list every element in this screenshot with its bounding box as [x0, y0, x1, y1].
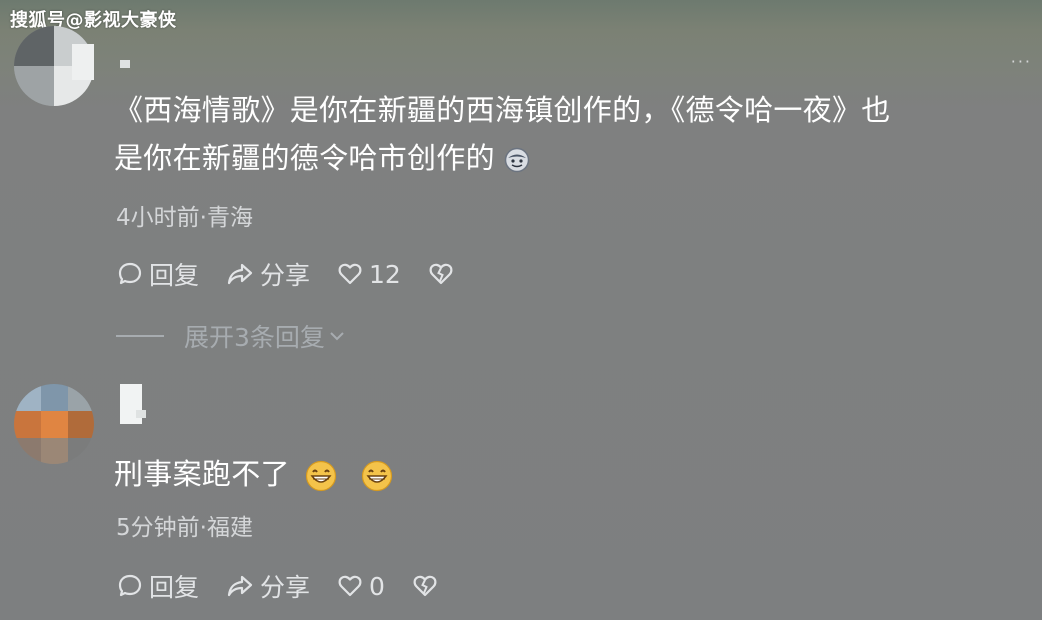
- broken-heart-icon: [413, 575, 437, 597]
- avatar[interactable]: [14, 384, 94, 464]
- reply-label: 回复: [149, 573, 200, 602]
- like-button[interactable]: 0: [336, 572, 385, 601]
- reply-button[interactable]: 回复: [116, 568, 199, 604]
- grin-emoji: [361, 460, 392, 492]
- comment-bubble-icon: [118, 574, 142, 597]
- share-label: 分享: [260, 573, 311, 602]
- grin-emoji: [306, 460, 337, 492]
- username-redacted: [136, 410, 146, 418]
- comment-item: 刑事案跑不了 5分钟前·福建 回复 分享 0: [0, 0, 1042, 620]
- share-arrow-icon: [227, 575, 253, 597]
- like-count: 0: [369, 571, 385, 601]
- dislike-button[interactable]: [411, 572, 444, 600]
- username-redacted: [120, 384, 142, 424]
- heart-icon: [338, 575, 362, 597]
- share-button[interactable]: 分享: [225, 568, 310, 604]
- comment-actions: 回复 分享 0: [116, 568, 470, 604]
- comment-meta: 5分钟前·福建: [116, 515, 253, 541]
- comment-text: 刑事案跑不了: [114, 454, 393, 494]
- comment-text-body: 刑事案跑不了: [114, 457, 290, 491]
